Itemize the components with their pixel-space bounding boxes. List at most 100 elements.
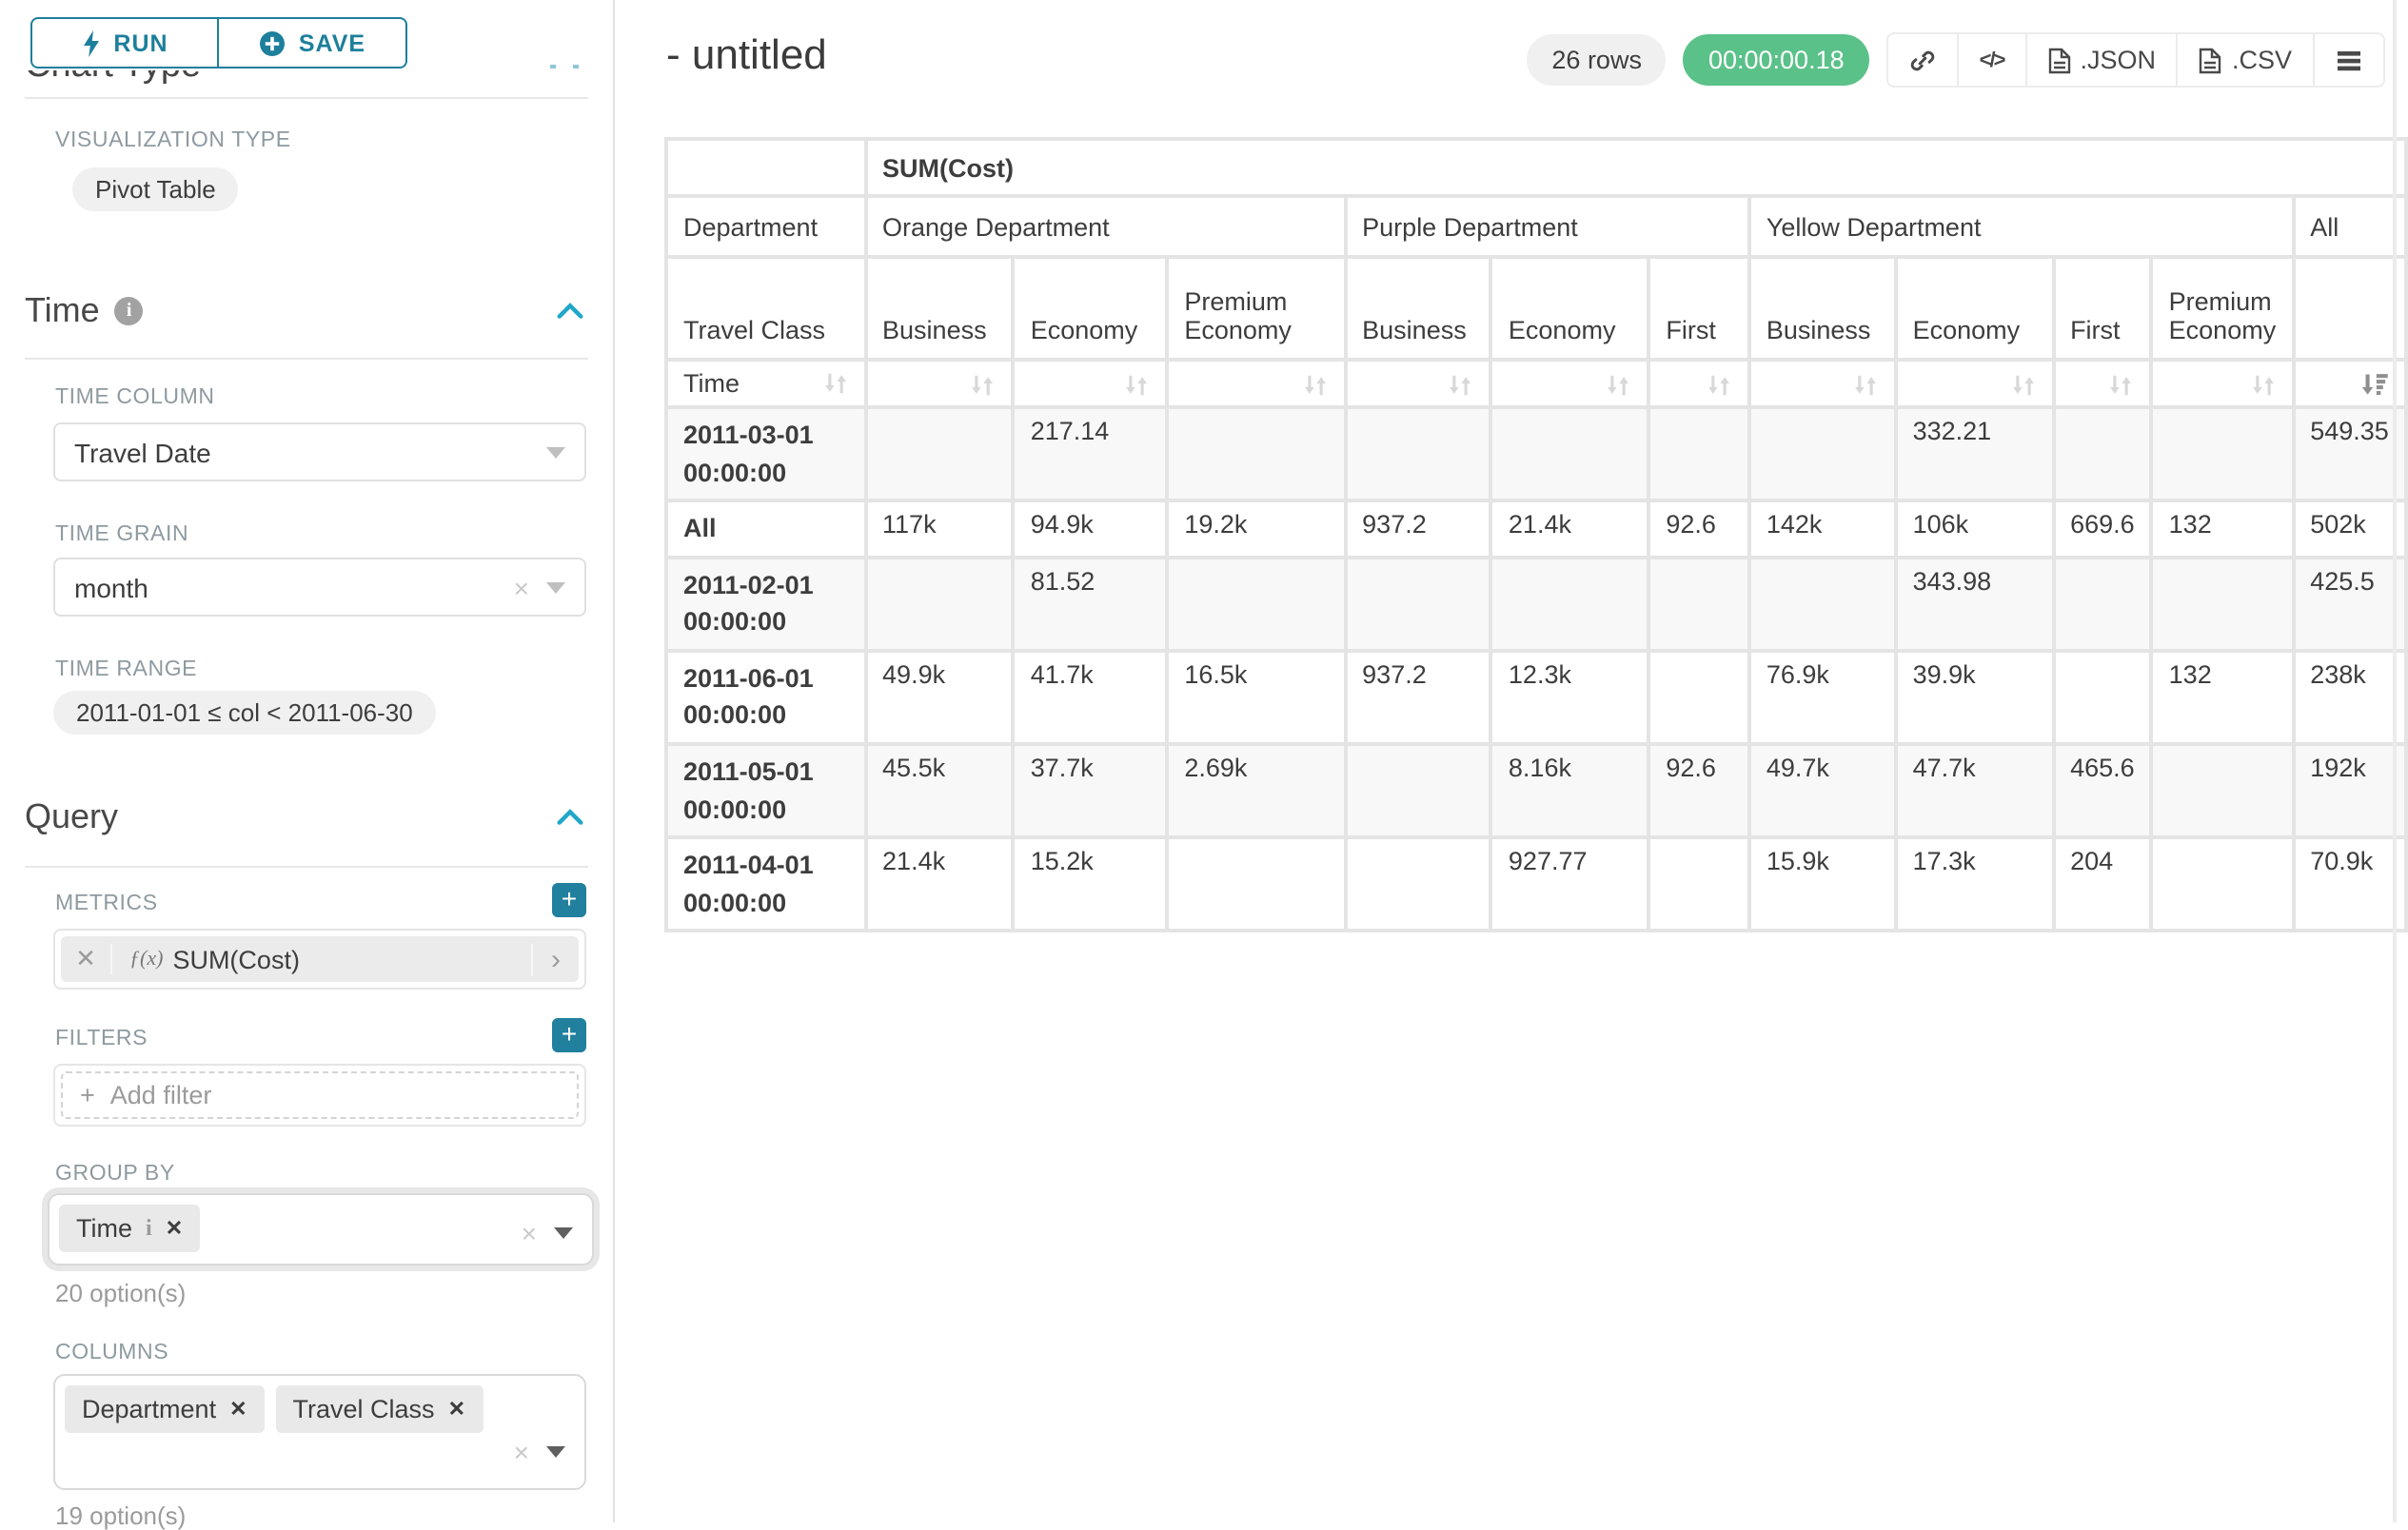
columns-values: Department✕Travel Class✕ [65,1393,494,1425]
row-axis-time: Time [668,362,863,405]
remove-pill-icon[interactable]: ✕ [166,1216,183,1241]
time-grain-select[interactable]: month × [53,558,586,617]
table-row: All117k94.9k19.2k937.221.4k92.6142k106k6… [668,502,2404,555]
save-label: SAVE [299,29,365,56]
pivot-value-cell: 92.6 [1650,502,1747,555]
pivot-value-cell: 16.5k [1169,653,1343,742]
selected-value-pill[interactable]: Travel Class✕ [276,1385,483,1433]
sort-icon[interactable] [2009,373,2036,398]
pivot-value-cell: 669.6 [2055,502,2150,555]
add-filter-button[interactable]: + [552,1018,586,1052]
remove-pill-icon[interactable]: ✕ [229,1397,247,1422]
table-row: 2011-03-01 00:00:00217.14332.21549.35 [668,409,2404,499]
time-range-label: TIME RANGE [55,658,197,681]
caret-down-icon [546,581,565,593]
table-row: 2011-04-01 00:00:0021.4k15.2k927.7715.9k… [668,839,2404,929]
share-link-button[interactable] [1888,34,1959,86]
sort-icon[interactable] [2108,373,2135,398]
filters-label: FILTERS [55,1028,148,1050]
expand-metric-icon[interactable]: › [531,943,579,975]
pivot-value-cell: 17.3k [1898,839,2051,929]
sort-icon[interactable] [1605,373,1631,398]
export-csv-button[interactable]: .CSV [2179,34,2315,86]
group-by-label: GROUP BY [55,1163,175,1186]
lightning-icon [81,29,100,56]
pivot-value-cell: 49.7k [1751,746,1894,835]
columns-label: COLUMNS [55,1342,168,1364]
column-header: First [1650,259,1747,358]
run-button[interactable]: RUN [30,17,219,69]
add-filter-dropzone[interactable]: + Add filter [61,1071,579,1119]
pivot-value-cell: 502k [2295,502,2404,555]
time-range-pill[interactable]: 2011-01-01 ≤ col < 2011-06-30 [53,691,436,735]
export-json-button[interactable]: .JSON [2026,34,2179,86]
clear-icon[interactable]: × [514,572,529,602]
pivot-value-cell [1347,559,1490,648]
file-icon [2200,47,2222,73]
selected-value-pill[interactable]: Department ✕ [65,1385,265,1433]
pivot-value-cell: 15.2k [1016,839,1166,929]
clear-icon[interactable]: × [522,1218,537,1248]
viz-type-pill[interactable]: Pivot Table [72,167,239,211]
dot-decoration [573,65,579,69]
column-header: Economy [1016,259,1166,358]
metrics-control: ✕ ƒ(x) SUM(Cost) › [53,929,586,990]
pivot-value-cell: 21.4k [867,839,1012,929]
add-metric-button[interactable]: + [552,883,586,917]
collapse-chevron-icon[interactable] [556,301,584,320]
export-csv-label: .CSV [2232,46,2292,74]
pivot-value-cell: 106k [1898,502,2051,555]
selected-value-pill[interactable]: Timei✕ [59,1205,200,1252]
column-header: Business [1751,259,1894,358]
pivot-value-cell [1347,746,1490,835]
pivot-value-cell [1751,409,1894,499]
menu-button[interactable] [2315,34,2383,86]
row-axis-travel-class: Travel Class [668,259,863,358]
caret-down-icon [546,446,565,458]
sort-icon[interactable] [1706,373,1732,398]
sort-icon[interactable] [821,371,848,396]
pivot-value-cell [2055,409,2150,499]
pivot-value-cell: 19.2k [1169,502,1343,555]
sort-icon[interactable] [1123,373,1150,398]
pivot-value-cell: 425.5 [2295,559,2404,648]
remove-metric-icon[interactable]: ✕ [61,944,112,974]
remove-pill-icon[interactable]: ✕ [448,1397,465,1422]
code-icon: </> [1980,49,2004,71]
pill-label: Department [82,1395,216,1423]
view-query-button[interactable]: </> [1959,34,2027,86]
pivot-table-container: SUM(Cost)DepartmentOrange DepartmentPurp… [664,137,2408,932]
divider [25,358,588,360]
row-label: 2011-05-01 00:00:00 [668,746,863,835]
collapse-chevron-icon[interactable] [556,807,584,826]
pivot-value-cell [2055,653,2150,742]
scrollbar-track[interactable] [2393,0,2397,1522]
pivot-value-cell: 47.7k [1898,746,2051,835]
time-column-value: Travel Date [74,437,529,467]
sort-descending-icon[interactable] [2360,373,2389,398]
sort-icon[interactable] [970,373,997,398]
metric-pill[interactable]: ✕ ƒ(x) SUM(Cost) › [61,936,579,982]
sort-cell [2295,362,2404,405]
table-row: 2011-05-01 00:00:0045.5k37.7k2.69k8.16k9… [668,746,2404,835]
group-by-select[interactable]: Timei✕ × [48,1193,594,1265]
pivot-value-cell: 132 [2154,653,2292,742]
clear-icon[interactable]: × [514,1437,529,1467]
pivot-value-cell [1493,559,1647,648]
sort-icon[interactable] [1301,373,1328,398]
pivot-value-cell: 217.14 [1016,409,1166,499]
time-column-select[interactable]: Travel Date [53,422,586,481]
column-header: Premium Economy [1169,259,1343,358]
sort-icon[interactable] [1852,373,1879,398]
columns-hint: 19 option(s) [55,1501,186,1530]
row-label: 2011-02-01 00:00:00 [668,559,863,648]
pivot-value-cell: 927.77 [1493,839,1647,929]
pivot-value-cell [1493,409,1647,499]
time-column-label: TIME COLUMN [55,386,215,409]
save-button[interactable]: SAVE [219,17,407,69]
columns-select[interactable]: Department✕Travel Class✕ × [53,1374,586,1490]
pivot-value-cell: 238k [2295,653,2404,742]
chart-title[interactable]: - untitled [666,30,827,80]
sort-icon[interactable] [2249,373,2276,398]
sort-icon[interactable] [1448,373,1474,398]
